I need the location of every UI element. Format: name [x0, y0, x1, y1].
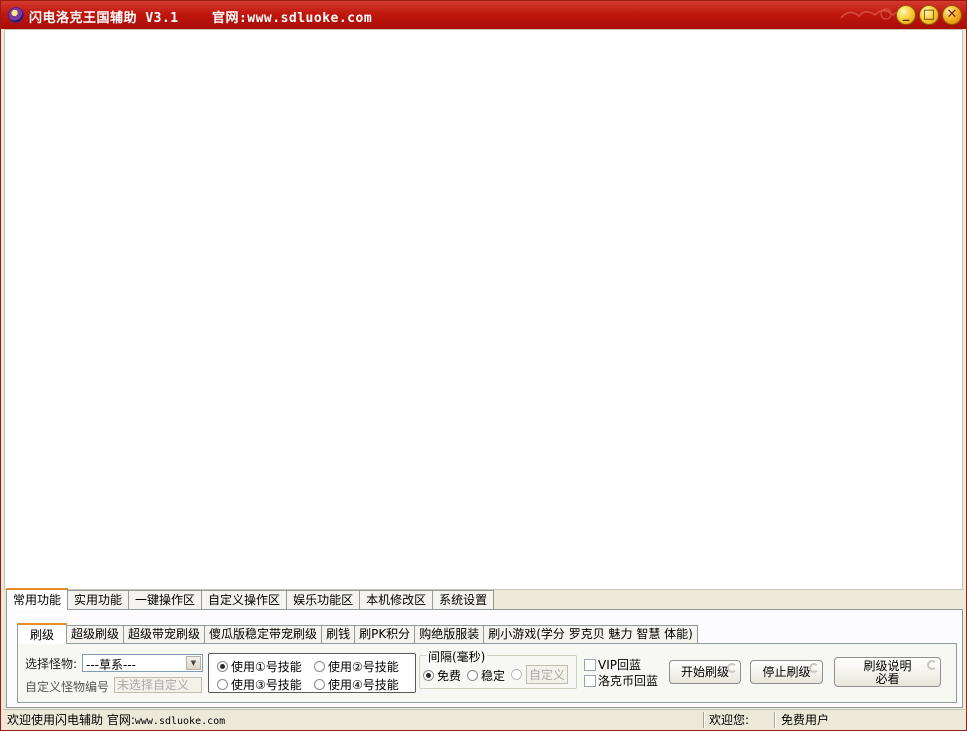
interval-custom-radio[interactable]: 自定义: [511, 665, 569, 684]
select-monster-label: 选择怪物:: [25, 657, 78, 671]
main-tab-bar: 常用功能 实用功能 一键操作区 自定义操作区 娱乐功能区 本机修改区 系统设置: [6, 588, 495, 610]
status-divider: [774, 712, 776, 728]
status-divider: [703, 712, 705, 728]
minimize-button[interactable]: _: [896, 5, 916, 25]
skill-4-radio[interactable]: 使用④号技能: [314, 676, 399, 693]
interval-free-label: 免费: [437, 669, 462, 683]
vip-mana-checkbox[interactable]: VIP回蓝: [584, 656, 641, 673]
display-area[interactable]: [4, 29, 963, 590]
tab-local-modify[interactable]: 本机修改区: [359, 590, 434, 610]
coin-mana-label: 洛克币回蓝: [598, 674, 659, 688]
checkbox-icon: [584, 658, 596, 671]
skill-1-label: 使用①号技能: [231, 660, 302, 674]
coin-mana-checkbox[interactable]: 洛克币回蓝: [584, 672, 658, 689]
stop-button[interactable]: 停止刷级: [750, 660, 823, 684]
chevron-down-icon[interactable]: ▼: [186, 656, 201, 670]
monster-select[interactable]: ---草系--- ▼: [82, 654, 203, 672]
swirl-icon: [727, 663, 737, 673]
tab-one-click[interactable]: 一键操作区: [128, 590, 203, 610]
interval-custom-label: 自定义: [526, 665, 569, 684]
skill-4-label: 使用④号技能: [328, 678, 399, 692]
skill-3-radio[interactable]: 使用③号技能: [217, 676, 302, 693]
subtab-easy-pet-level-up[interactable]: 傻瓜版稳定带宠刷级: [204, 625, 323, 644]
status-bar: 欢迎使用闪电辅助 官网:www.sdluoke.com 欢迎您: 免费用户: [3, 709, 965, 729]
tab-entertainment[interactable]: 娱乐功能区: [286, 590, 361, 610]
tab-common-functions[interactable]: 常用功能: [6, 588, 69, 610]
status-welcome: 欢迎使用闪电辅助 官网:www.sdluoke.com: [7, 712, 225, 728]
status-url: www.sdluoke.com: [134, 716, 226, 727]
app-window: 闪电洛克王国辅助 V3.1 官网:www.sdluoke.com _ □ ✕ 常…: [0, 0, 967, 731]
help-button[interactable]: 刷级说明 必看: [834, 657, 941, 687]
subtab-super-level-up[interactable]: 超级刷级: [66, 625, 125, 644]
custom-monster-field[interactable]: [115, 678, 201, 692]
subtab-mini-games[interactable]: 刷小游戏(学分 罗克贝 魅力 智慧 体能): [483, 625, 698, 644]
subtab-rare-clothes[interactable]: 购绝版服装: [414, 625, 485, 644]
start-button[interactable]: 开始刷级: [669, 660, 741, 684]
start-button-label: 开始刷级: [680, 665, 729, 679]
window-title: 闪电洛克王国辅助 V3.1 官网:www.sdluoke.com: [29, 11, 373, 26]
skill-2-label: 使用②号技能: [328, 660, 399, 674]
interval-free-radio[interactable]: 免费: [423, 667, 461, 684]
radio-icon: [314, 679, 325, 690]
maximize-button[interactable]: □: [919, 5, 939, 25]
sub-tab-bar: 刷级 超级刷级 超级带宠刷级 傻瓜版稳定带宠刷级 刷钱 刷PK积分 购绝版服装 …: [17, 623, 698, 644]
skill-1-radio[interactable]: 使用①号技能: [217, 658, 302, 675]
skill-3-label: 使用③号技能: [231, 678, 302, 692]
tab-practical-functions[interactable]: 实用功能: [67, 590, 130, 610]
radio-icon: [511, 669, 522, 680]
status-user-label: 欢迎您:: [709, 713, 750, 727]
checkbox-icon: [584, 674, 596, 687]
tab-custom-operation[interactable]: 自定义操作区: [201, 590, 288, 610]
stop-button-label: 停止刷级: [762, 665, 811, 679]
subtab-pk-points[interactable]: 刷PK积分: [354, 625, 416, 644]
tab-system-settings[interactable]: 系统设置: [432, 590, 495, 610]
help-button-line2: 必看: [875, 672, 900, 686]
status-welcome-text: 欢迎使用闪电辅助 官网:: [7, 713, 135, 727]
monster-select-value: ---草系---: [86, 658, 136, 672]
radio-selected-icon: [423, 670, 434, 681]
interval-stable-radio[interactable]: 稳定: [467, 667, 505, 684]
swirl-icon: [927, 660, 937, 670]
radio-icon: [467, 670, 478, 681]
interval-legend: 间隔(毫秒): [426, 648, 488, 665]
app-logo-icon: [8, 7, 24, 23]
subtab-super-pet-level-up[interactable]: 超级带宠刷级: [123, 625, 206, 644]
radio-icon: [314, 661, 325, 672]
title-bar[interactable]: 闪电洛克王国辅助 V3.1 官网:www.sdluoke.com _ □ ✕: [1, 1, 966, 29]
skill-2-radio[interactable]: 使用②号技能: [314, 658, 399, 675]
status-user-type: 免费用户: [781, 713, 830, 727]
interval-stable-label: 稳定: [481, 669, 506, 683]
vip-mana-label: VIP回蓝: [598, 658, 641, 672]
radio-selected-icon: [217, 661, 228, 672]
close-button[interactable]: ✕: [942, 5, 962, 25]
swirl-icon: [809, 663, 819, 673]
custom-monster-label: 自定义怪物编号: [25, 680, 110, 694]
subtab-level-up[interactable]: 刷级: [17, 623, 68, 644]
custom-monster-field-wrap: [114, 677, 202, 693]
subtab-money[interactable]: 刷钱: [321, 625, 356, 644]
radio-icon: [217, 679, 228, 690]
